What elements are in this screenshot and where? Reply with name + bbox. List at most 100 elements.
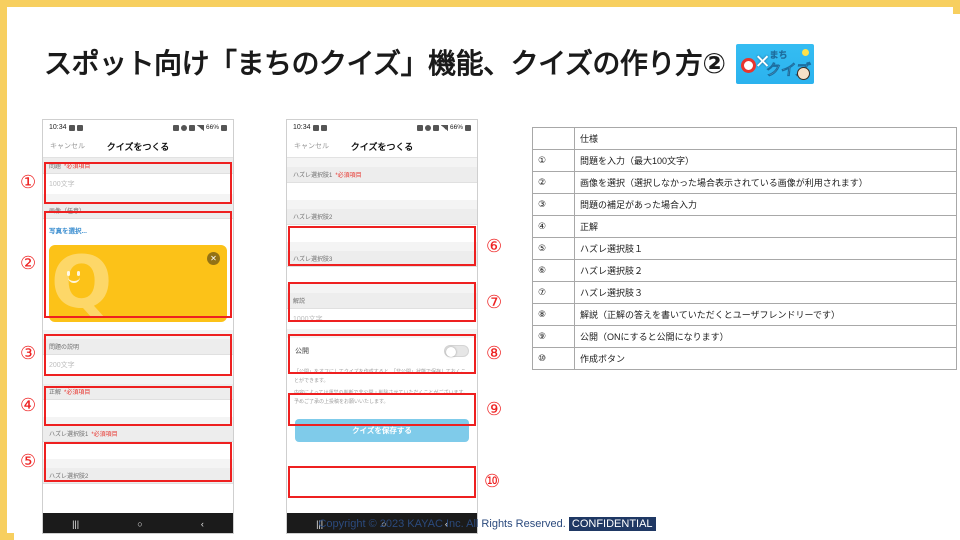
table-row: ⑩ 作成ボタン xyxy=(532,347,957,370)
question-label-text: 問題 xyxy=(49,164,62,170)
character-face-icon xyxy=(796,67,810,80)
select-photo-link[interactable]: 写真を選択... xyxy=(43,219,233,241)
row-number: ④ xyxy=(532,215,575,238)
cancel-button-2[interactable]: キャンセル xyxy=(294,141,329,151)
wrong-choice-1-input-2[interactable] xyxy=(287,183,477,200)
publish-toggle-switch[interactable] xyxy=(444,345,469,357)
wrong-choice-1-field[interactable]: ハズレ選択肢1 *必須項目 xyxy=(43,426,233,459)
nav-bar-2: キャンセル クイズをつくる xyxy=(287,135,477,158)
note-line-1: 「公開」をオフにしてクイズを作成すると、「非公開」状態で保存しておくことができま… xyxy=(294,369,466,384)
image-label: 画像（任意） xyxy=(43,203,233,219)
question-label: 問題 *必須項目 xyxy=(43,158,233,174)
answer-field[interactable]: 正解 *必須項目 xyxy=(43,384,233,417)
form-scroll-1[interactable]: 問題*必須項目 100文字 画像（任意） 写真を選択... Q ✕ 問題の説明 xyxy=(43,158,233,513)
marker-3: ③ xyxy=(20,343,37,364)
row-number: ③ xyxy=(532,193,575,216)
publish-notes: 「公開」をオフにしてクイズを作成すると、「非公開」状態で保存しておくことができま… xyxy=(287,364,477,414)
header-spec: 仕様 xyxy=(574,127,957,150)
answer-required-mark: *必須項目 xyxy=(64,390,91,396)
wrong-choice-2-field-2[interactable]: ハズレ選択肢2 xyxy=(287,209,477,242)
status-bar-1: 10:34 66% xyxy=(43,120,233,135)
row-number: ⑩ xyxy=(532,347,575,370)
answer-input[interactable] xyxy=(43,400,233,417)
row-spec: ハズレ選択肢１ xyxy=(574,237,957,260)
toggle-knob xyxy=(446,346,456,357)
quiz-image-preview[interactable]: Q ✕ xyxy=(49,245,227,322)
table-header-row: 仕様 xyxy=(532,127,957,150)
alarm-icon xyxy=(172,124,179,131)
save-quiz-button[interactable]: クイズを保存する xyxy=(295,419,469,442)
marker-9: ⑨ xyxy=(486,399,503,420)
row-spec: 公開（ONにすると公開になります） xyxy=(574,325,957,348)
wrong-choice-1-input[interactable] xyxy=(43,442,233,459)
description-label: 問題の説明 xyxy=(43,339,233,355)
wrong-choice-1-label: ハズレ選択肢1 *必須項目 xyxy=(43,426,233,442)
form-scroll-2[interactable]: ハズレ選択肢1*必須項目 ハズレ選択肢2 ハズレ選択肢3 解説 1000文字 xyxy=(287,158,477,513)
question-input[interactable]: 100文字 xyxy=(43,174,233,194)
row-spec: 作成ボタン xyxy=(574,347,957,370)
wrong-choice-1-field-2[interactable]: ハズレ選択肢1 *必須項目 xyxy=(287,167,477,200)
smiley-face-icon xyxy=(65,271,87,285)
status-time-2: 10:34 xyxy=(293,124,311,131)
section-gap-4 xyxy=(43,417,233,426)
marker-7: ⑦ xyxy=(486,292,503,313)
question-required-mark: *必須項目 xyxy=(64,164,91,170)
wrong-choice-2-field[interactable]: ハズレ選択肢2 xyxy=(43,468,233,484)
row-spec: 解説（正解の答えを書いていただくとユーザフレンドリーです） xyxy=(574,303,957,326)
wrong-choice-1-required-mark-2: *必須項目 xyxy=(335,173,362,179)
footer: Copyright © 2023 KAYAC Inc. All Rights R… xyxy=(14,517,960,531)
explanation-input[interactable]: 1000文字 xyxy=(287,309,477,329)
table-row: ① 問題を入力（最大100文字） xyxy=(532,149,957,172)
row-number: ① xyxy=(532,149,575,172)
table-row: ⑤ ハズレ選択肢１ xyxy=(532,237,957,260)
app-notification-icon-4 xyxy=(320,124,327,131)
wrong-choice-3-label: ハズレ選択肢3 xyxy=(287,251,477,267)
lightbulb-icon xyxy=(801,49,809,56)
table-row: ⑦ ハズレ選択肢３ xyxy=(532,281,957,304)
row-number: ② xyxy=(532,171,575,194)
table-row: ④ 正解 xyxy=(532,215,957,238)
question-field[interactable]: 問題 *必須項目 100文字 xyxy=(43,158,233,194)
app-notification-icon-3 xyxy=(312,124,319,131)
app-notification-icon-2 xyxy=(76,124,83,131)
description-input[interactable]: 200文字 xyxy=(43,355,233,375)
marker-5: ⑤ xyxy=(20,451,37,472)
section-gap-6 xyxy=(287,158,477,167)
answer-label-text: 正解 xyxy=(49,390,62,396)
image-field[interactable]: 画像（任意） 写真を選択... Q ✕ xyxy=(43,203,233,322)
nav-bar-1: キャンセル クイズをつくる xyxy=(43,135,233,158)
wrong-choice-3-input[interactable] xyxy=(287,267,477,284)
battery-icon xyxy=(221,124,227,131)
row-spec: 正解 xyxy=(574,215,957,238)
wifi-icon xyxy=(188,124,195,131)
row-number: ⑦ xyxy=(532,281,575,304)
phone-screenshot-1: 10:34 66% キャンセル クイズをつくる 問題 *必須項目 100文字 画… xyxy=(42,119,234,534)
marker-2: ② xyxy=(20,253,37,274)
row-spec: ハズレ選択肢３ xyxy=(574,281,957,304)
cancel-button-1[interactable]: キャンセル xyxy=(50,141,85,151)
marker-10: ⑩ xyxy=(484,471,501,492)
marker-4: ④ xyxy=(20,395,37,416)
battery-level: 66% xyxy=(205,124,219,131)
wrong-choice-2-input[interactable] xyxy=(287,225,477,242)
wrong-choice-3-field[interactable]: ハズレ選択肢3 xyxy=(287,251,477,284)
explanation-field[interactable]: 解説 1000文字 xyxy=(287,293,477,329)
remove-image-icon[interactable]: ✕ xyxy=(207,252,220,265)
wrong-choice-2-label: ハズレ選択肢2 xyxy=(43,468,233,484)
signal-icon xyxy=(196,124,204,131)
section-gap-8 xyxy=(287,242,477,251)
publish-label: 公開 xyxy=(295,348,309,355)
section-gap-10 xyxy=(287,329,477,338)
table-row: ⑨ 公開（ONにすると公開になります） xyxy=(532,325,957,348)
phone-screenshot-2: 10:34 66% キャンセル クイズをつくる ハズレ選択肢1 *必須項目 ハズ… xyxy=(286,119,478,534)
signal-icon-2 xyxy=(440,124,448,131)
spec-table: 仕様 ① 問題を入力（最大100文字） ② 画像を選択（選択しなかった場合表示されてい… xyxy=(532,127,957,370)
confidential-badge: CONFIDENTIAL xyxy=(568,517,656,531)
explanation-label: 解説 xyxy=(287,293,477,309)
publish-toggle-row[interactable]: 公開 xyxy=(287,338,477,364)
wrong-choice-1-required-mark: *必須項目 xyxy=(91,432,118,438)
battery-icon-2 xyxy=(465,124,471,131)
alarm-icon-2 xyxy=(416,124,423,131)
note-line-2: 内容によっては運営の判断で非公開・削除させていただくことがございます。予めご了承… xyxy=(294,390,469,405)
description-field[interactable]: 問題の説明 200文字 xyxy=(43,339,233,375)
